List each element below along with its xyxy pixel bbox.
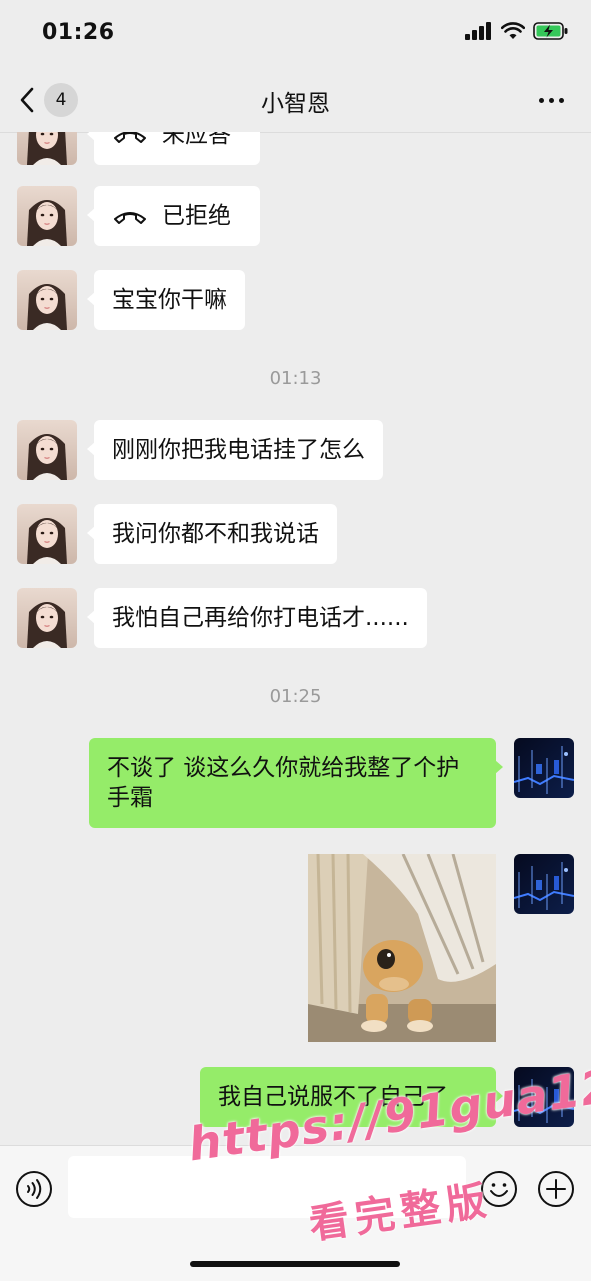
cellular-signal-icon <box>465 22 491 40</box>
more-options-button[interactable] <box>535 88 567 112</box>
contact-avatar[interactable] <box>17 588 77 648</box>
chat-title: 小智恩 <box>261 91 330 117</box>
phone-call-icon <box>114 132 146 143</box>
dot <box>538 97 544 103</box>
message-timestamp: 01:25 <box>269 686 322 707</box>
message-bubble[interactable]: 我问你都不和我说话 <box>87 504 337 564</box>
message-bubble[interactable]: 未应答 <box>87 132 260 165</box>
home-indicator[interactable] <box>190 1261 400 1267</box>
battery-charging-icon <box>533 22 568 40</box>
my-avatar[interactable] <box>514 854 574 914</box>
message-bubble[interactable]: 不谈了 谈这么久你就给我整了个护手霜 <box>89 738 503 828</box>
wifi-icon <box>501 22 525 39</box>
contact-avatar[interactable] <box>17 270 77 330</box>
voice-input-button[interactable] <box>15 1170 53 1208</box>
voice-icon <box>16 1171 52 1207</box>
emoji-button[interactable] <box>480 1170 518 1208</box>
contact-avatar[interactable] <box>17 186 77 246</box>
status-time: 01:26 <box>42 20 115 45</box>
chat-header: 4 小智恩 <box>0 70 591 133</box>
status-bar: 01:26 <box>0 0 591 70</box>
dog-under-curtain-image <box>308 854 496 1042</box>
message-input[interactable] <box>68 1156 466 1218</box>
message-bubble[interactable]: 刚刚你把我电话挂了怎么 <box>87 420 383 480</box>
message-text: 未应答 <box>162 132 231 148</box>
message-list[interactable]: 未应答 已拒绝 宝宝你干嘛 01:13 刚刚你把我电话挂了怎么 我问你都不和我说… <box>0 132 591 1145</box>
message-bubble[interactable]: 已拒绝 <box>87 186 260 246</box>
plus-icon <box>538 1171 574 1207</box>
status-icons <box>465 22 569 40</box>
message-bubble[interactable]: 宝宝你干嘛 <box>87 270 245 330</box>
more-functions-button[interactable] <box>537 1170 575 1208</box>
my-avatar[interactable] <box>514 738 574 798</box>
contact-avatar[interactable] <box>17 504 77 564</box>
my-avatar[interactable] <box>514 1067 574 1127</box>
message-timestamp: 01:13 <box>269 368 322 389</box>
phone-call-icon <box>114 212 146 224</box>
message-bubble[interactable]: 我怕自己再给你打电话才...... <box>87 588 427 648</box>
message-text: 已拒绝 <box>162 203 231 229</box>
dot <box>558 97 564 103</box>
contact-avatar[interactable] <box>17 132 77 165</box>
dot <box>548 97 554 103</box>
image-message[interactable] <box>308 854 496 1042</box>
contact-avatar[interactable] <box>17 420 77 480</box>
emoji-icon <box>481 1171 517 1207</box>
message-bubble[interactable]: 我自己说服不了自己了 <box>200 1067 503 1127</box>
